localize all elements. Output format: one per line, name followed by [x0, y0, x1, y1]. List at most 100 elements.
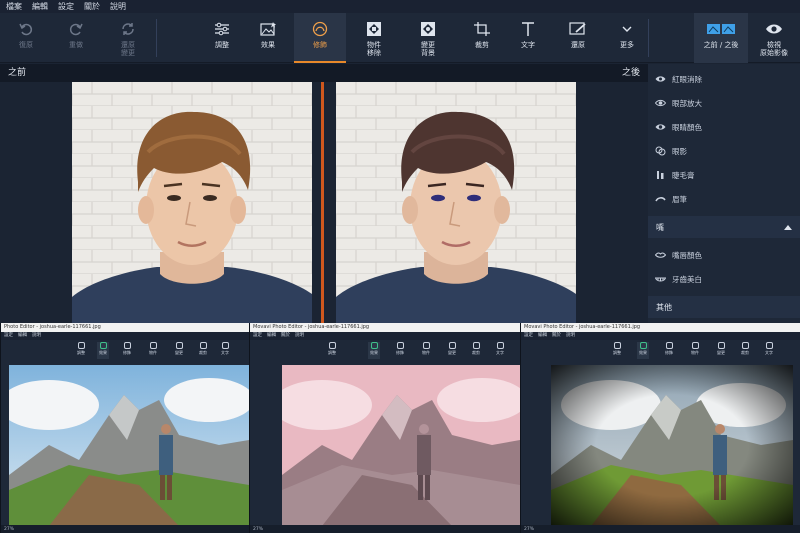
mini-tool-object[interactable]: 物件	[689, 342, 701, 359]
panel-section-mouth[interactable]: 嘴	[648, 216, 800, 238]
mini-tool-retouch[interactable]: 修飾	[394, 342, 406, 359]
mini-toolbar: 調整 效果 修飾 物件 變更 裁剪 文字	[250, 340, 520, 361]
mini-status-bar: 27%	[250, 525, 520, 533]
after-photo[interactable]	[336, 82, 576, 323]
menu-edit[interactable]: 編輯	[32, 0, 48, 13]
collapse-up-icon	[784, 223, 792, 232]
undo-button[interactable]: 復原	[8, 13, 44, 63]
mini-menu-item[interactable]: 設定	[253, 332, 262, 340]
mini-tool-crop[interactable]: 裁剪	[197, 342, 209, 359]
compare-divider-handle[interactable]	[321, 82, 324, 323]
redo-icon	[66, 20, 86, 38]
object-removal-button[interactable]: 物件 移除	[354, 13, 394, 63]
eye-enlarge-icon	[654, 98, 666, 108]
toolbar-divider-right	[648, 19, 649, 57]
landscape-photo-pink[interactable]	[282, 365, 520, 526]
eye-icon	[654, 74, 666, 84]
toolbar-divider	[156, 19, 157, 57]
crop-icon	[472, 20, 492, 38]
change-background-button[interactable]: 變更 背景	[408, 13, 448, 63]
mini-window-pink: Movavi Photo Editor - joshua-earle-11766…	[249, 323, 520, 533]
menu-about[interactable]: 關於	[84, 0, 100, 13]
mini-menu-item[interactable]: 關於	[552, 332, 561, 340]
panel-item-eye-color[interactable]: 眼睛顏色	[648, 116, 800, 138]
adjust-button[interactable]: 調整	[202, 13, 242, 63]
effects-image-icon	[258, 20, 278, 38]
mini-menu-item[interactable]: 編輯	[267, 332, 276, 340]
mini-tool-text[interactable]: 文字	[219, 342, 231, 359]
retouch-tab[interactable]: 修飾	[294, 13, 346, 63]
panel-item-brow-pencil[interactable]: 眉筆	[648, 188, 800, 210]
mini-tool-text[interactable]: 文字	[494, 342, 506, 359]
mini-tool-effects[interactable]: 效果	[97, 342, 109, 359]
crop-button[interactable]: 裁剪	[462, 13, 502, 63]
mini-toolbar: 調整 效果 修飾 物件 變更 裁剪 文字	[1, 340, 249, 361]
mini-tool-object[interactable]: 物件	[147, 342, 159, 359]
mini-tool-retouch[interactable]: 修飾	[121, 342, 133, 359]
panel-section-other[interactable]: 其他	[648, 296, 800, 318]
mini-tool-background[interactable]: 變更	[446, 342, 458, 359]
mini-menu-item[interactable]: 說明	[32, 332, 41, 340]
restore-tool-label: 還原	[571, 41, 585, 49]
mini-status-bar: 27%	[1, 525, 249, 533]
mini-tool-object[interactable]: 物件	[420, 342, 432, 359]
menu-help[interactable]: 說明	[110, 0, 126, 13]
mini-menu-item[interactable]: 設定	[4, 332, 13, 340]
mini-tool-adjust[interactable]: 調整	[611, 342, 623, 359]
mini-tool-text[interactable]: 文字	[763, 342, 775, 359]
mini-menu-item[interactable]: 說明	[566, 332, 575, 340]
panel-item-eye-enlarge[interactable]: 眼部放大	[648, 92, 800, 114]
panel-item-eyeshadow[interactable]: 眼影	[648, 140, 800, 162]
panel-item-label: 睫毛膏	[672, 170, 695, 180]
mini-tool-crop[interactable]: 裁剪	[470, 342, 482, 359]
mini-tool-adjust[interactable]: 調整	[326, 342, 338, 359]
eyebrow-icon	[654, 194, 666, 204]
mini-window-title: Movavi Photo Editor - joshua-earle-11766…	[250, 323, 520, 332]
mini-menu-item[interactable]: 關於	[281, 332, 290, 340]
before-after-toggle[interactable]: 之前 / 之後	[694, 13, 748, 63]
restore-changes-label: 還原 變更	[121, 41, 135, 57]
undo-icon	[16, 20, 36, 38]
text-button[interactable]: 文字	[508, 13, 548, 63]
landscape-photo-vignette[interactable]	[551, 365, 793, 526]
mini-tool-background[interactable]: 變更	[173, 342, 185, 359]
mini-menu-item[interactable]: 編輯	[538, 332, 547, 340]
mini-tool-effects[interactable]: 效果	[637, 342, 649, 359]
eyeshadow-icon	[654, 146, 666, 156]
view-original-button[interactable]: 檢視 原始影像	[752, 13, 796, 63]
mini-tool-background[interactable]: 變更	[715, 342, 727, 359]
before-photo[interactable]	[72, 82, 312, 323]
zoom-level: 27%	[4, 526, 15, 532]
panel-item-label: 眉筆	[672, 194, 687, 204]
menu-settings[interactable]: 設定	[58, 0, 74, 13]
photo-editor-app: 檔案 編輯 設定 關於 說明 復原 重做 還原 變更 調整 效果 修飾 物件 移…	[0, 0, 800, 533]
effects-button[interactable]: 效果	[248, 13, 288, 63]
redo-label: 重做	[69, 41, 83, 49]
landscape-photo-normal[interactable]	[9, 365, 249, 526]
mini-menu-item[interactable]: 說明	[295, 332, 304, 340]
mini-tool-adjust[interactable]: 調整	[75, 342, 87, 359]
sliders-icon	[212, 20, 232, 38]
mini-tool-effects[interactable]: 效果	[368, 342, 380, 359]
restore-tool-button[interactable]: 還原	[556, 13, 600, 63]
mini-tool-retouch[interactable]: 修飾	[663, 342, 675, 359]
mascara-icon	[654, 170, 666, 180]
main-toolbar: 復原 重做 還原 變更 調整 效果 修飾 物件 移除 變更 背景 裁剪 文字 還…	[0, 13, 800, 63]
before-after-label: 之前 / 之後	[703, 41, 739, 49]
panel-item-teeth-whiten[interactable]: 牙齒美白	[648, 268, 800, 290]
restore-brush-icon	[568, 20, 588, 38]
panel-item-label: 眼影	[672, 146, 687, 156]
restore-changes-button[interactable]: 還原 變更	[108, 13, 148, 63]
undo-label: 復原	[19, 41, 33, 49]
panel-item-lip-color[interactable]: 嘴唇顏色	[648, 244, 800, 266]
more-button[interactable]: 更多	[612, 13, 642, 63]
panel-item-mascara[interactable]: 睫毛膏	[648, 164, 800, 186]
redo-button[interactable]: 重做	[58, 13, 94, 63]
view-original-label: 檢視 原始影像	[760, 41, 788, 57]
mini-window-title: Photo Editor - joshua-earle-117661.jpg	[1, 323, 249, 332]
mini-menu-item[interactable]: 設定	[524, 332, 533, 340]
mini-menu-item[interactable]: 編輯	[18, 332, 27, 340]
panel-item-red-eye[interactable]: 紅眼消除	[648, 68, 800, 90]
mini-tool-crop[interactable]: 裁剪	[739, 342, 751, 359]
menu-file[interactable]: 檔案	[6, 0, 22, 13]
